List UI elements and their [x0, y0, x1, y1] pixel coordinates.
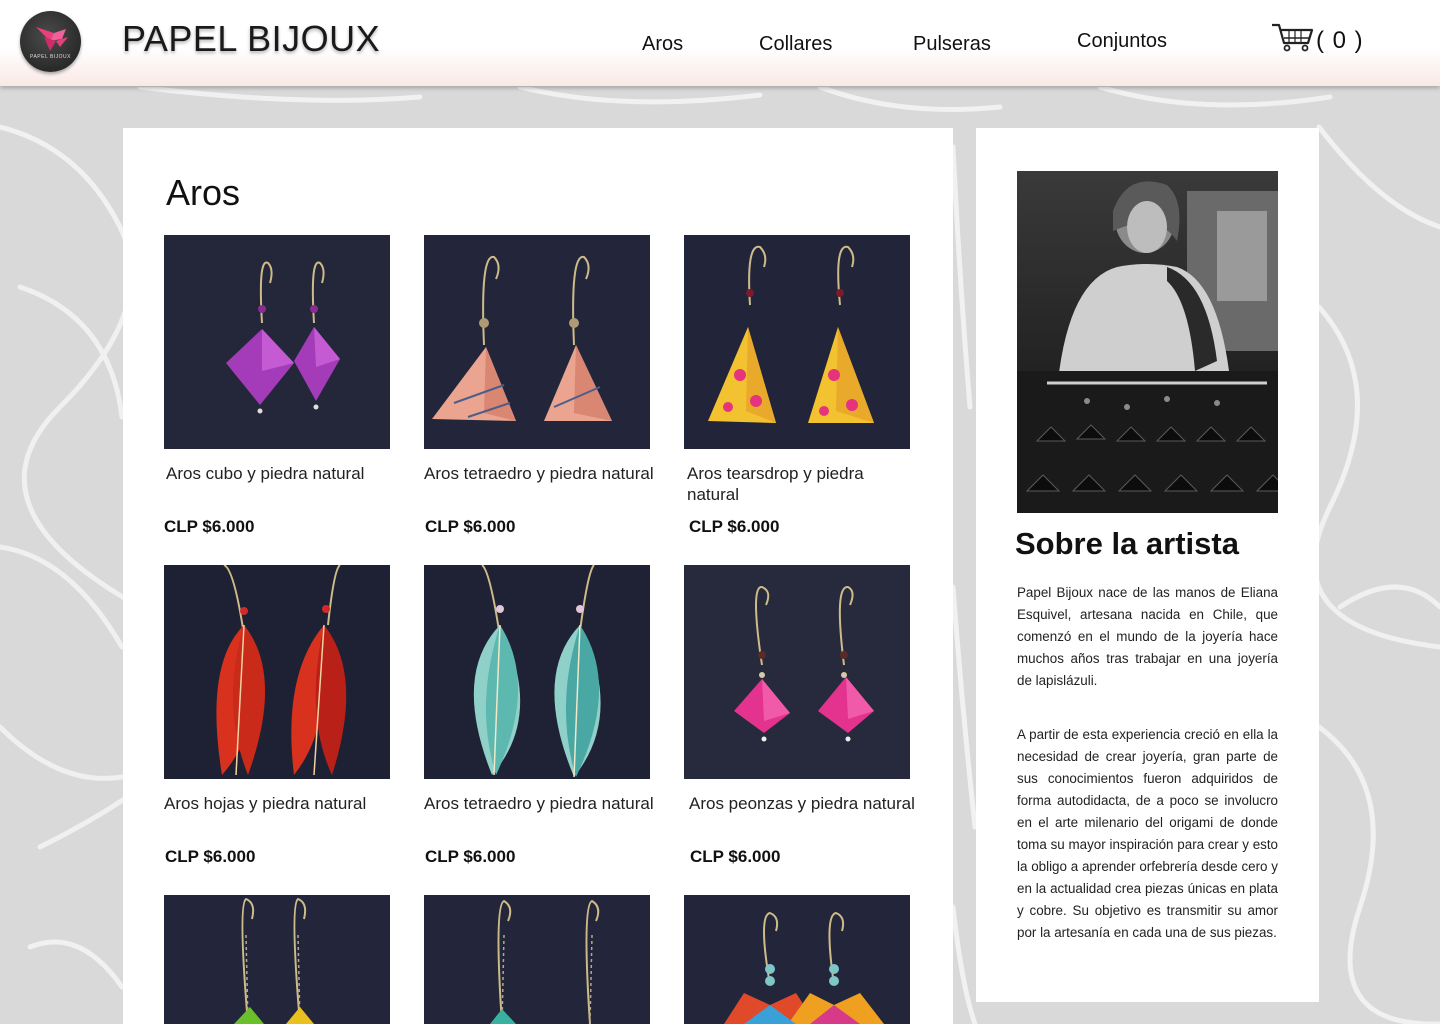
product-name[interactable]: Aros tetraedro y piedra natural [424, 463, 654, 484]
leaf-earrings-image[interactable] [424, 565, 650, 779]
teardrop-earrings-image[interactable] [684, 235, 910, 449]
spinning-top-earrings-image[interactable] [684, 565, 910, 779]
nav-pulseras[interactable]: Pulseras [913, 33, 991, 56]
product-price: CLP $6.000 [690, 847, 781, 866]
chain-earrings-image[interactable] [424, 895, 650, 1024]
cart-icon[interactable] [1270, 22, 1314, 52]
star-earrings-image[interactable] [684, 895, 910, 1024]
product-name[interactable]: Aros tetraedro y piedra natural [424, 793, 654, 814]
product-price: CLP $6.000 [425, 517, 516, 536]
nav-aros[interactable]: Aros [642, 33, 683, 56]
nav-conjuntos[interactable]: Conjuntos [1077, 30, 1167, 53]
nav-collares[interactable]: Collares [759, 33, 832, 56]
product-price: CLP $6.000 [425, 847, 516, 866]
about-panel: Sobre la artista Papel Bijoux nace de la… [976, 128, 1319, 1002]
tetrahedron-earrings-image[interactable] [424, 235, 650, 449]
brand-logo[interactable]: PAPEL BIJOUX [20, 11, 81, 72]
logo-caption: PAPEL BIJOUX [29, 54, 71, 60]
brand-name[interactable]: PAPEL BIJOUX [122, 18, 380, 60]
product-name[interactable]: Aros peonzas y piedra natural [689, 793, 919, 814]
artist-photo [1017, 171, 1278, 513]
about-paragraph-2: A partir de esta experiencia creció en e… [1017, 727, 1278, 940]
leaf-earrings-image[interactable] [164, 565, 390, 779]
origami-bird-icon [36, 27, 68, 51]
product-name[interactable]: Aros tearsdrop y piedra natural [687, 463, 917, 505]
product-price: CLP $6.000 [689, 517, 780, 536]
about-paragraph-1: Papel Bijoux nace de las manos de Eliana… [1017, 585, 1278, 688]
products-panel: Aros Aros cubo y piedra natural CLP $6.0… [123, 128, 953, 1024]
product-name[interactable]: Aros cubo y piedra natural [166, 463, 396, 484]
section-title: Aros [166, 172, 241, 213]
about-title: Sobre la artista [1015, 526, 1239, 561]
product-name[interactable]: Aros hojas y piedra natural [164, 793, 394, 814]
cube-earrings-image[interactable] [164, 235, 390, 449]
cart-count[interactable]: ( 0 ) [1316, 27, 1364, 55]
product-price: CLP $6.000 [165, 847, 256, 866]
chain-earrings-image[interactable] [164, 895, 390, 1024]
product-price: CLP $6.000 [164, 517, 255, 536]
site-header: PAPEL BIJOUX PAPEL BIJOUX Aros Collares … [0, 0, 1440, 86]
